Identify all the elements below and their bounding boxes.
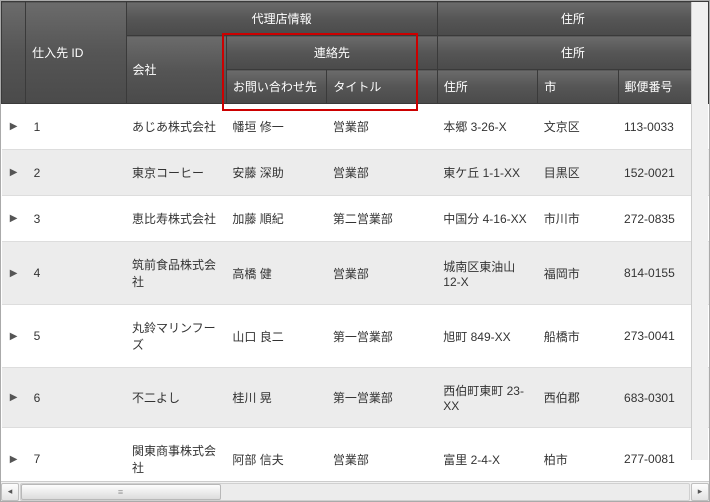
header-expander — [2, 2, 26, 104]
cell-city: 船橋市 — [538, 305, 618, 368]
cell-address: 東ケ丘 1-1-XX — [437, 150, 537, 196]
cell-address: 本郷 3-26-X — [437, 104, 537, 150]
expand-toggle[interactable]: ▶ — [2, 196, 26, 242]
cell-id: 6 — [26, 368, 126, 428]
data-grid: 仕入先 ID 代理店情報 住所 会社 連絡先 住所 お問い合わせ先 タイトル 住… — [1, 1, 709, 481]
cell-address: 中国分 4-16-XX — [437, 196, 537, 242]
cell-company: 恵比寿株式会社 — [126, 196, 226, 242]
cell-contact: 幡垣 修一 — [226, 104, 326, 150]
header-supplier-id[interactable]: 仕入先 ID — [26, 2, 126, 104]
triangle-left-icon: ◂ — [8, 486, 13, 497]
cell-title: 第二営業部 — [327, 196, 437, 242]
header-address-group[interactable]: 住所 — [437, 36, 708, 70]
horizontal-scrollbar[interactable]: ◂ ≡ ▸ — [1, 481, 709, 501]
content-wrap: 仕入先 ID 代理店情報 住所 会社 連絡先 住所 お問い合わせ先 タイトル 住… — [1, 1, 709, 481]
triangle-right-icon: ▶ — [10, 268, 18, 279]
header-contact-person[interactable]: お問い合わせ先 — [226, 70, 326, 104]
expand-toggle[interactable]: ▶ — [2, 428, 26, 482]
triangle-right-icon: ▶ — [10, 213, 18, 224]
cell-id: 5 — [26, 305, 126, 368]
cell-company: あじあ株式会社 — [126, 104, 226, 150]
table-row[interactable]: ▶4筑前食品株式会社高橋 健営業部城南区東油山 12-X福岡市814-0155 — [2, 242, 709, 305]
triangle-right-icon: ▶ — [10, 392, 18, 403]
cell-city: 福岡市 — [538, 242, 618, 305]
triangle-right-icon: ▸ — [698, 486, 703, 497]
triangle-right-icon: ▶ — [10, 331, 18, 342]
cell-id: 1 — [26, 104, 126, 150]
cell-city: 文京区 — [538, 104, 618, 150]
cell-city: 柏市 — [538, 428, 618, 482]
header-title[interactable]: タイトル — [327, 70, 437, 104]
grip-icon: ≡ — [118, 487, 124, 497]
scroll-left-button[interactable]: ◂ — [1, 483, 19, 501]
scroll-track[interactable]: ≡ — [20, 483, 690, 501]
expand-toggle[interactable]: ▶ — [2, 150, 26, 196]
cell-title: 営業部 — [327, 150, 437, 196]
cell-company: 東京コーヒー — [126, 150, 226, 196]
cell-contact: 阿部 信夫 — [226, 428, 326, 482]
grid-body: ▶1あじあ株式会社幡垣 修一営業部本郷 3-26-X文京区113-0033▶2東… — [2, 104, 709, 482]
table-row[interactable]: ▶3恵比寿株式会社加藤 順紀第二営業部中国分 4-16-XX市川市272-083… — [2, 196, 709, 242]
cell-address: 西伯町東町 23-XX — [437, 368, 537, 428]
cell-company: 不二よし — [126, 368, 226, 428]
cell-id: 2 — [26, 150, 126, 196]
cell-city: 西伯郡 — [538, 368, 618, 428]
table-row[interactable]: ▶5丸鈴マリンフーズ山口 良二第一営業部旭町 849-XX船橋市273-0041 — [2, 305, 709, 368]
vertical-scrollbar[interactable] — [691, 2, 708, 460]
table-row[interactable]: ▶6不二よし桂川 晃第一営業部西伯町東町 23-XX西伯郡683-0301 — [2, 368, 709, 428]
expand-toggle[interactable]: ▶ — [2, 368, 26, 428]
expand-toggle[interactable]: ▶ — [2, 104, 26, 150]
grid-header: 仕入先 ID 代理店情報 住所 会社 連絡先 住所 お問い合わせ先 タイトル 住… — [2, 2, 709, 104]
expand-toggle[interactable]: ▶ — [2, 242, 26, 305]
cell-title: 営業部 — [327, 104, 437, 150]
cell-address: 富里 2-4-X — [437, 428, 537, 482]
scroll-right-button[interactable]: ▸ — [691, 483, 709, 501]
cell-company: 丸鈴マリンフーズ — [126, 305, 226, 368]
cell-contact: 桂川 晃 — [226, 368, 326, 428]
cell-id: 7 — [26, 428, 126, 482]
cell-address: 城南区東油山 12-X — [437, 242, 537, 305]
header-group-agency[interactable]: 代理店情報 — [126, 2, 437, 36]
triangle-right-icon: ▶ — [10, 167, 18, 178]
cell-id: 3 — [26, 196, 126, 242]
cell-company: 関東商事株式会社 — [126, 428, 226, 482]
header-group-address-top[interactable]: 住所 — [437, 2, 708, 36]
cell-company: 筑前食品株式会社 — [126, 242, 226, 305]
header-address[interactable]: 住所 — [437, 70, 537, 104]
cell-city: 目黒区 — [538, 150, 618, 196]
header-company[interactable]: 会社 — [126, 36, 226, 104]
table-row[interactable]: ▶2東京コーヒー安藤 深助営業部東ケ丘 1-1-XX目黒区152-0021 — [2, 150, 709, 196]
cell-title: 営業部 — [327, 242, 437, 305]
header-city[interactable]: 市 — [538, 70, 618, 104]
cell-contact: 山口 良二 — [226, 305, 326, 368]
cell-contact: 安藤 深助 — [226, 150, 326, 196]
cell-address: 旭町 849-XX — [437, 305, 537, 368]
cell-title: 第一営業部 — [327, 305, 437, 368]
cell-city: 市川市 — [538, 196, 618, 242]
header-contact-group[interactable]: 連絡先 — [226, 36, 437, 70]
triangle-right-icon: ▶ — [10, 454, 18, 465]
table-row[interactable]: ▶1あじあ株式会社幡垣 修一営業部本郷 3-26-X文京区113-0033 — [2, 104, 709, 150]
scroll-thumb[interactable]: ≡ — [21, 484, 221, 500]
cell-title: 第一営業部 — [327, 368, 437, 428]
triangle-right-icon: ▶ — [10, 121, 18, 132]
grid-container: 仕入先 ID 代理店情報 住所 会社 連絡先 住所 お問い合わせ先 タイトル 住… — [0, 0, 710, 502]
cell-contact: 高橋 健 — [226, 242, 326, 305]
cell-title: 営業部 — [327, 428, 437, 482]
table-row[interactable]: ▶7関東商事株式会社阿部 信夫営業部富里 2-4-X柏市277-0081 — [2, 428, 709, 482]
expand-toggle[interactable]: ▶ — [2, 305, 26, 368]
cell-contact: 加藤 順紀 — [226, 196, 326, 242]
cell-id: 4 — [26, 242, 126, 305]
